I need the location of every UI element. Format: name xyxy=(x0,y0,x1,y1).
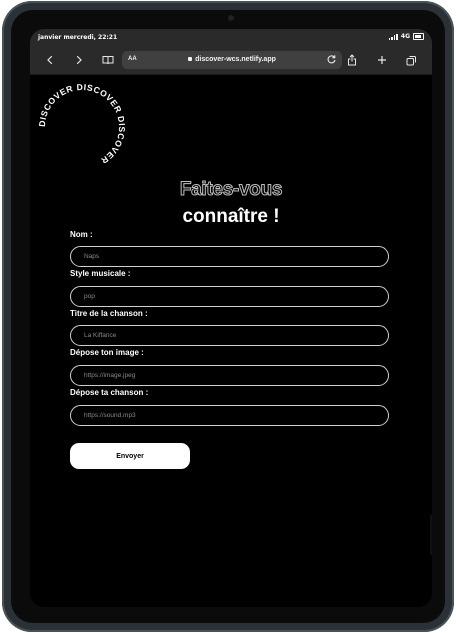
new-tab-button[interactable] xyxy=(373,51,391,69)
share-icon xyxy=(348,54,356,66)
side-divider xyxy=(430,515,432,555)
battery-icon xyxy=(413,33,424,40)
back-button[interactable] xyxy=(41,51,59,69)
song-label: Dépose ta chanson : xyxy=(70,388,149,397)
screen: janvier mercredi, 22:21 4G AA discover-w… xyxy=(30,29,432,607)
discover-logo: DISCOVER DISCOVER DISCOVER xyxy=(37,82,127,166)
name-label: Nom : xyxy=(70,230,93,239)
ipad-frame: janvier mercredi, 22:21 4G AA discover-w… xyxy=(2,1,454,632)
bookmarks-button[interactable] xyxy=(99,51,117,69)
lock-icon xyxy=(188,57,193,61)
song-title-input[interactable] xyxy=(70,325,389,346)
address-url-wrap: discover-wcs.netlify.app xyxy=(122,56,342,63)
image-label: Dépose ton image : xyxy=(70,348,144,357)
song-title-label: Titre de la chanson : xyxy=(70,309,148,318)
style-input[interactable] xyxy=(70,286,389,307)
image-url-input[interactable] xyxy=(70,365,389,386)
back-icon xyxy=(47,55,53,65)
share-button[interactable] xyxy=(343,51,361,69)
reload-button[interactable] xyxy=(325,53,338,66)
reload-icon xyxy=(327,55,336,64)
signal-icon xyxy=(388,33,398,40)
new-tab-icon xyxy=(378,56,386,64)
status-bar: janvier mercredi, 22:21 4G xyxy=(30,29,432,47)
name-input[interactable] xyxy=(70,246,389,267)
forward-button[interactable] xyxy=(70,51,88,69)
address-bar[interactable]: AA discover-wcs.netlify.app xyxy=(122,51,342,69)
forward-icon xyxy=(76,55,82,65)
svg-text:DISCOVER DISCOVER DISCOVER: DISCOVER DISCOVER DISCOVER xyxy=(37,82,127,166)
address-url: discover-wcs.netlify.app xyxy=(195,56,276,63)
submit-button[interactable]: Envoyer xyxy=(70,443,190,469)
tabs-button[interactable] xyxy=(402,51,420,69)
front-camera xyxy=(228,15,234,21)
page-content: DISCOVER DISCOVER DISCOVER Faites-vous c… xyxy=(30,75,432,607)
status-indicators: 4G xyxy=(388,33,424,40)
status-time: janvier mercredi, 22:21 xyxy=(38,34,118,41)
logo-circular-text: DISCOVER DISCOVER DISCOVER xyxy=(37,82,127,166)
heading-line-1: Faites-vous xyxy=(179,179,283,201)
style-label: Style musicale : xyxy=(70,269,131,278)
browser-toolbar: AA discover-wcs.netlify.app xyxy=(30,47,432,75)
tabs-icon xyxy=(406,55,416,65)
network-label: 4G xyxy=(400,33,410,40)
bookmarks-icon xyxy=(102,56,114,65)
song-url-input[interactable] xyxy=(70,405,389,426)
heading-line-2: connaître ! xyxy=(182,206,280,227)
